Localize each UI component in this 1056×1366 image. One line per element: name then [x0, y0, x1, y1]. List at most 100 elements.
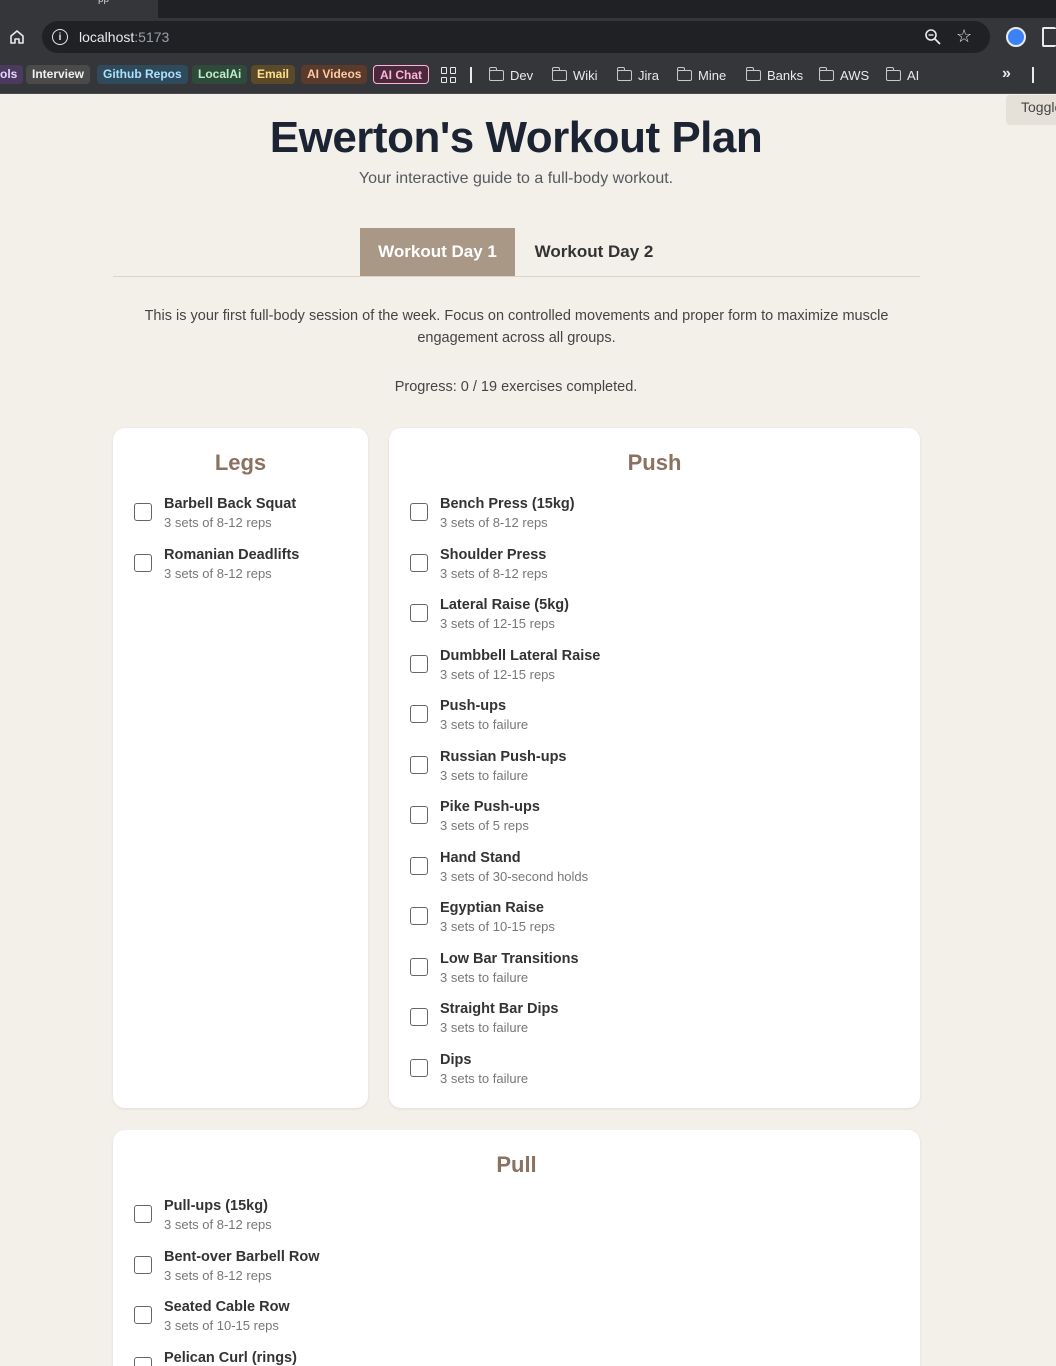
- exercise-checkbox[interactable]: [410, 654, 428, 673]
- exercise-name: Egyptian Raise: [440, 900, 544, 916]
- folder-icon: [885, 66, 901, 81]
- exercise-checkbox[interactable]: [134, 1255, 152, 1274]
- exercise-checkbox[interactable]: [410, 957, 428, 976]
- push-exercise-list: Bench Press (15kg) 3 sets of 8-12 reps Sho…: [410, 494, 600, 1100]
- bookmark-folder-label: Jira: [638, 67, 659, 83]
- exercise-checkbox[interactable]: [410, 856, 428, 875]
- exercise-item[interactable]: Pull-ups (15kg) 3 sets of 8-12 reps: [134, 1196, 320, 1247]
- exercise-name: Pull-ups (15kg): [164, 1198, 268, 1214]
- bookmark-chip[interactable]: Email: [251, 65, 296, 84]
- browser-tab[interactable]: pp: [0, 0, 158, 18]
- bookmark-chip[interactable]: ols: [0, 65, 24, 84]
- exercise-detail: 3 sets of 8-12 reps: [440, 515, 548, 530]
- bookmark-chip[interactable]: Github Repos: [97, 65, 188, 84]
- pull-title: Pull: [496, 1152, 537, 1177]
- exercise-checkbox[interactable]: [410, 705, 428, 723]
- exercise-checkbox[interactable]: [410, 503, 428, 521]
- more-bookmarks-chevron-icon[interactable]: »: [1002, 65, 1011, 83]
- folder-icon: [616, 66, 632, 81]
- bookmark-folder-label: Dev: [510, 67, 534, 83]
- home-icon[interactable]: [6, 26, 28, 48]
- exercise-checkbox[interactable]: [410, 1058, 428, 1077]
- exercise-item[interactable]: Dips 3 sets to failure: [410, 1050, 600, 1101]
- exercise-item[interactable]: Russian Push-ups 3 sets to failure: [410, 747, 600, 798]
- exercise-item[interactable]: Egyptian Raise 3 sets of 10-15 reps: [410, 898, 600, 949]
- site-info-icon[interactable]: i: [52, 29, 68, 45]
- exercise-checkbox[interactable]: [410, 755, 428, 774]
- url-host: localhost: [79, 29, 135, 45]
- bookmark-folder[interactable]: Wiki: [551, 66, 598, 84]
- bookmark-folder[interactable]: AWS: [818, 66, 869, 84]
- bookmark-folder-label: AI: [907, 67, 920, 83]
- folder-icon: [676, 66, 692, 81]
- folder-icon: [551, 66, 567, 81]
- exercise-item[interactable]: Seated Cable Row 3 sets of 10-15 reps: [134, 1297, 320, 1348]
- exercise-checkbox[interactable]: [134, 503, 152, 521]
- exercise-item[interactable]: Lateral Raise (5kg) 3 sets of 12-15 reps: [410, 595, 600, 646]
- exercise-detail: 3 sets to failure: [440, 969, 529, 985]
- exercise-item[interactable]: Pike Push-ups 3 sets of 5 reps: [410, 797, 600, 848]
- exercise-item[interactable]: Straight Bar Dips 3 sets to failure: [410, 999, 600, 1050]
- exercise-checkbox[interactable]: [134, 1306, 152, 1324]
- browser-tab-strip: pp: [0, 0, 1056, 18]
- exercise-name: Russian Push-ups: [440, 748, 567, 765]
- bookmark-folder[interactable]: Jira: [616, 66, 659, 84]
- browser-tab-title: pp: [98, 0, 109, 5]
- exercise-name: Lateral Raise (5kg): [440, 597, 569, 613]
- exercise-item[interactable]: Shoulder Press 3 sets of 8-12 reps: [410, 545, 600, 596]
- folder-icon: [488, 66, 504, 81]
- bookmark-folder[interactable]: Mine: [676, 66, 726, 84]
- bookmark-folder[interactable]: AI: [885, 66, 920, 84]
- exercise-checkbox[interactable]: [410, 1008, 428, 1026]
- exercise-name: Barbell Back Squat: [164, 496, 297, 512]
- exercise-name: Push-ups: [440, 698, 507, 714]
- bookmark-folder-label: Banks: [767, 67, 804, 83]
- page-title: Ewerton's Workout Plan: [269, 113, 763, 162]
- exercise-item[interactable]: Bent-over Barbell Row 3 sets of 8-12 reps: [134, 1247, 320, 1298]
- bookmark-folder[interactable]: Dev: [488, 66, 534, 84]
- exercise-item[interactable]: Hand Stand 3 sets of 30-second holds: [410, 848, 600, 899]
- tab-workout-day-2[interactable]: Workout Day 2: [523, 228, 665, 276]
- exercise-checkbox[interactable]: [410, 604, 428, 622]
- exercise-detail: 3 sets of 8-12 reps: [164, 515, 272, 530]
- exercise-item[interactable]: Romanian Deadlifts 3 sets of 8-12 reps: [134, 545, 299, 596]
- exercise-name: Pelican Curl (rings): [164, 1349, 297, 1366]
- tab-workout-day-1[interactable]: Workout Day 1: [360, 228, 515, 276]
- exercise-item[interactable]: Push-ups 3 sets to failure: [410, 696, 600, 747]
- exercise-detail: 3 sets of 10-15 reps: [164, 1318, 279, 1333]
- exercise-item[interactable]: Pelican Curl (rings): [134, 1348, 320, 1366]
- exercise-item[interactable]: Bench Press (15kg) 3 sets of 8-12 reps: [410, 494, 600, 545]
- bookmark-chip[interactable]: AI Videos: [301, 65, 368, 84]
- exercise-checkbox[interactable]: [410, 553, 428, 572]
- password-manager-icon[interactable]: [1006, 27, 1026, 47]
- exercise-detail: 3 sets of 8-12 reps: [440, 565, 548, 581]
- exercise-checkbox[interactable]: [410, 806, 428, 824]
- exercise-item[interactable]: Low Bar Transitions 3 sets to failure: [410, 949, 600, 1000]
- exercise-name: Dumbbell Lateral Raise: [440, 647, 601, 664]
- bookmark-folder[interactable]: Banks: [745, 66, 804, 84]
- bookmark-chip[interactable]: LocalAi: [192, 65, 248, 84]
- legs-exercise-list: Barbell Back Squat 3 sets of 8-12 reps Rom…: [134, 494, 299, 595]
- exercise-checkbox[interactable]: [410, 907, 428, 925]
- exercise-item[interactable]: Dumbbell Lateral Raise 3 sets of 12-15 re…: [410, 646, 600, 697]
- exercise-item[interactable]: Barbell Back Squat 3 sets of 8-12 reps: [134, 494, 299, 545]
- url-port: :5173: [134, 29, 170, 45]
- extensions-icon[interactable]: [1042, 27, 1056, 47]
- bookmark-chip[interactable]: AI Chat: [373, 65, 429, 84]
- apps-grid-icon[interactable]: [441, 67, 457, 83]
- exercise-checkbox[interactable]: [134, 1205, 152, 1223]
- push-card: Push Bench Press (15kg) 3 sets of 8-12 re…: [389, 428, 920, 1108]
- exercise-detail: 3 sets of 8-12 reps: [164, 1267, 272, 1283]
- bookmarks-separator: [1032, 67, 1034, 83]
- address-bar[interactable]: i localhost:5173 ☆: [42, 21, 990, 53]
- exercise-checkbox[interactable]: [134, 553, 152, 572]
- bookmark-star-icon[interactable]: ☆: [956, 26, 976, 46]
- bookmark-chip[interactable]: Interview: [26, 65, 91, 84]
- exercise-name: Shoulder Press: [440, 546, 547, 563]
- browser-toolbar: i localhost:5173 ☆: [0, 18, 1056, 56]
- progress-text: Progress: 0 / 19 exercises completed.: [394, 379, 638, 395]
- url-text[interactable]: localhost:5173: [79, 29, 169, 45]
- exercise-checkbox[interactable]: [134, 1356, 152, 1366]
- exercise-detail: 3 sets of 10-15 reps: [440, 919, 555, 934]
- zoom-icon[interactable]: [924, 28, 942, 46]
